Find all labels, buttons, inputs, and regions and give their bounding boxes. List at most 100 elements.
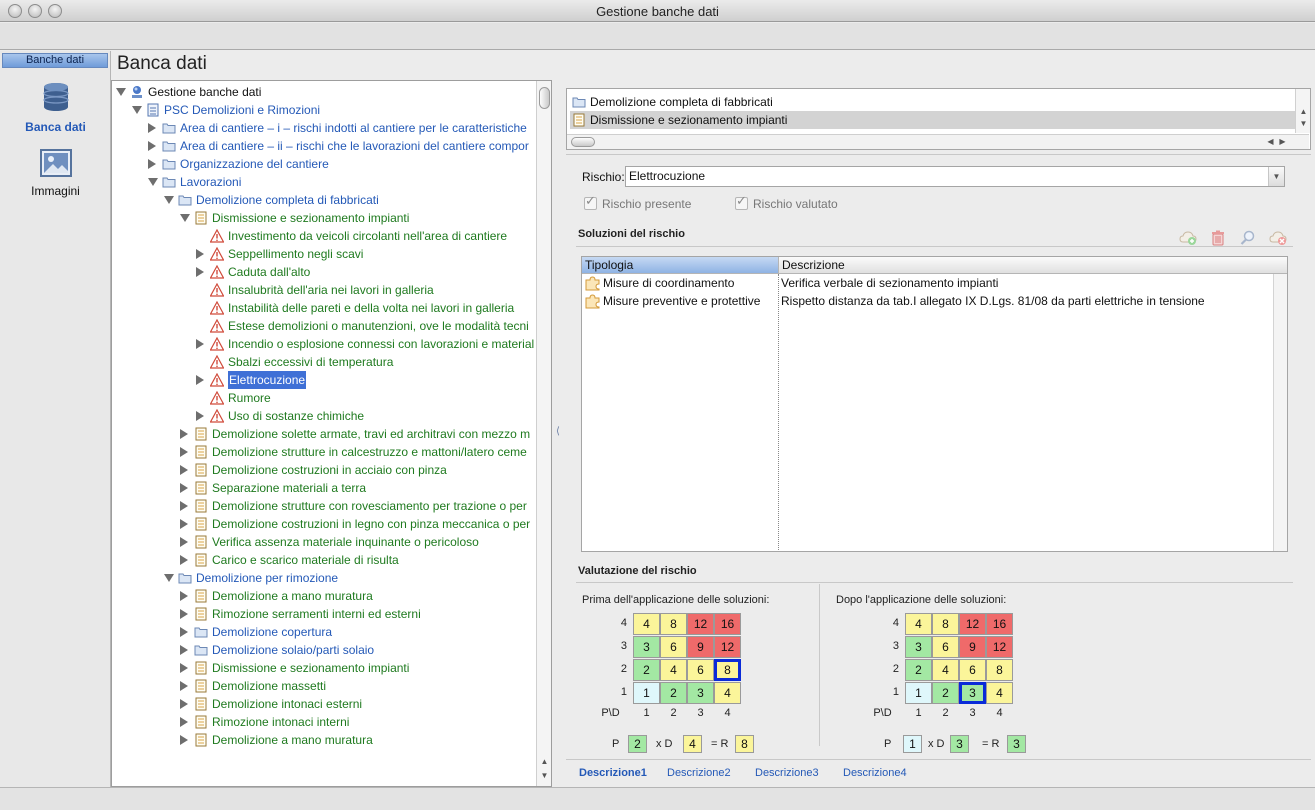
tree-row[interactable]: Demolizione costruzioni in legno con pin… [112,515,536,533]
disclosure-closed-icon[interactable] [180,483,188,493]
tree-row[interactable]: Demolizione a mano muratura [112,731,536,749]
nav-item-banca-dati[interactable]: Banca dati [0,81,111,134]
disclosure-open-icon[interactable] [164,574,174,582]
disclosure-closed-icon[interactable] [196,339,204,349]
disclosure-closed-icon[interactable] [180,627,188,637]
disclosure-open-icon[interactable] [132,106,142,114]
tree-row[interactable]: Demolizione per rimozione [112,569,536,587]
disclosure-closed-icon[interactable] [180,447,188,457]
parent-list-horizontal-scrollbar[interactable]: ◀ ▶ [567,134,1309,149]
tree-row[interactable]: Incendio o esplosione connessi con lavor… [112,335,536,353]
tree-row[interactable]: Demolizione costruzioni in acciaio con p… [112,461,536,479]
disclosure-closed-icon[interactable] [180,645,188,655]
disclosure-closed-icon[interactable] [148,141,156,151]
scroll-up-arrow[interactable]: ▲ [537,757,551,766]
splitter-handle[interactable]: ⟨ [556,426,560,437]
soluzioni-vertical-scrollbar[interactable] [1273,274,1287,551]
add-solution-icon[interactable] [1179,229,1197,247]
disclosure-closed-icon[interactable] [180,609,188,619]
tree-row[interactable]: Instabilità delle pareti e della volta n… [112,299,536,317]
nav-item-immagini[interactable]: Immagini [0,149,111,198]
disclosure-closed-icon[interactable] [148,123,156,133]
database-tree[interactable]: Gestione banche dati PSC Demolizioni e Ri… [111,80,552,787]
scroll-up-arrow[interactable]: ▲ [1296,107,1311,116]
disclosure-closed-icon[interactable] [148,159,156,169]
disclosure-closed-icon[interactable] [180,717,188,727]
tree-row[interactable]: Rumore [112,389,536,407]
search-icon[interactable] [1239,229,1257,247]
parent-list-row-selected[interactable]: Dismissione e sezionamento impianti [570,111,1295,129]
tree-row[interactable]: Separazione materiali a terra [112,479,536,497]
tree-row[interactable]: Carico e scarico materiale di risulta [112,551,536,569]
disclosure-closed-icon[interactable] [180,699,188,709]
disclosure-open-icon[interactable] [164,196,174,204]
tab-descrizione1[interactable]: Descrizione1 [579,767,647,779]
tree-row[interactable]: Uso di sostanze chimiche [112,407,536,425]
tree-row[interactable]: Demolizione strutture con rovesciamento … [112,497,536,515]
disclosure-closed-icon[interactable] [196,249,204,259]
tree-row[interactable]: Investimento da veicoli circolanti nell'… [112,227,536,245]
chevron-down-icon[interactable]: ▼ [1268,167,1284,186]
rischio-select[interactable]: Elettrocuzione ▼ [625,166,1285,187]
tree-row[interactable]: Dismissione e sezionamento impianti [112,659,536,677]
tree-row[interactable]: Seppellimento negli scavi [112,245,536,263]
disclosure-open-icon[interactable] [180,214,190,222]
tree-row[interactable]: PSC Demolizioni e Rimozioni [112,101,536,119]
tab-descrizione4[interactable]: Descrizione4 [843,767,907,779]
scroll-down-arrow[interactable]: ▼ [1296,119,1311,128]
tree-row[interactable]: Gestione banche dati [112,83,536,101]
tree-row[interactable]: Sbalzi eccessivi di temperatura [112,353,536,371]
tree-row[interactable]: Demolizione completa di fabbricati [112,191,536,209]
disclosure-closed-icon[interactable] [180,591,188,601]
tree-row[interactable]: Insalubrità dell'aria nei lavori in gall… [112,281,536,299]
disclosure-closed-icon[interactable] [180,537,188,547]
tree-row[interactable]: Lavorazioni [112,173,536,191]
parent-list-row[interactable]: Demolizione completa di fabbricati [570,93,1295,111]
tree-row[interactable]: Demolizione massetti [112,677,536,695]
disclosure-closed-icon[interactable] [180,501,188,511]
tree-row[interactable]: Area di cantiere – i – rischi indotti al… [112,119,536,137]
disclosure-closed-icon[interactable] [180,429,188,439]
soluzioni-table[interactable]: Tipologia Descrizione Misure di coordina… [581,256,1288,552]
tree-scroll-thumb[interactable] [539,87,550,109]
parent-list-vertical-scrollbar[interactable]: ▲ ▼ [1295,89,1310,133]
tree-vertical-scrollbar[interactable]: ▲ ▼ [536,81,551,786]
trash-icon[interactable] [1209,229,1227,247]
tree-row[interactable]: Area di cantiere – ii – rischi che le la… [112,137,536,155]
disclosure-closed-icon[interactable] [180,735,188,745]
tab-descrizione3[interactable]: Descrizione3 [755,767,819,779]
disclosure-closed-icon[interactable] [180,555,188,565]
disclosure-closed-icon[interactable] [180,663,188,673]
disclosure-closed-icon[interactable] [180,519,188,529]
scroll-down-arrow[interactable]: ▼ [537,771,551,780]
tree-row[interactable]: Dismissione e sezionamento impianti [112,209,536,227]
disclosure-closed-icon[interactable] [196,375,204,385]
tree-row[interactable]: Demolizione copertura [112,623,536,641]
tree-row[interactable]: Organizzazione del cantiere [112,155,536,173]
tree-row[interactable]: Estese demolizioni o manutenzioni, ove l… [112,317,536,335]
tree-row[interactable]: Caduta dall'alto [112,263,536,281]
tree-row[interactable]: Demolizione solette armate, travi ed arc… [112,425,536,443]
disclosure-closed-icon[interactable] [180,681,188,691]
disclosure-closed-icon[interactable] [180,465,188,475]
tree-row[interactable]: Verifica assenza materiale inquinante o … [112,533,536,551]
descrizione-cell[interactable]: Rispetto distanza da tab.I allegato IX D… [781,292,1205,310]
tree-row-selected[interactable]: Elettrocuzione [112,371,536,389]
column-header-tipologia[interactable]: Tipologia [582,257,778,274]
tree-row[interactable]: Rimozione intonaci interni [112,713,536,731]
tree-row[interactable]: Demolizione strutture in calcestruzzo e … [112,443,536,461]
tree-row[interactable]: Demolizione intonaci esterni [112,695,536,713]
disclosure-open-icon[interactable] [148,178,158,186]
scroll-right-arrow[interactable]: ▶ [1275,137,1290,146]
rischio-valutato-checkbox[interactable]: ✓ Rischio valutato [735,193,855,212]
tree-row[interactable]: Rimozione serramenti interni ed esterni [112,605,536,623]
disclosure-open-icon[interactable] [116,88,126,96]
descrizione-cell[interactable]: Verifica verbale di sezionamento impiant… [781,274,998,292]
remove-solution-icon[interactable] [1269,229,1287,247]
horizontal-scroll-thumb[interactable] [571,137,595,147]
parent-list[interactable]: Demolizione completa di fabbricati Dismi… [566,88,1311,150]
rischio-presente-checkbox[interactable]: ✓ Rischio presente [584,193,704,212]
disclosure-closed-icon[interactable] [196,411,204,421]
tree-row[interactable]: Demolizione a mano muratura [112,587,536,605]
disclosure-closed-icon[interactable] [196,267,204,277]
